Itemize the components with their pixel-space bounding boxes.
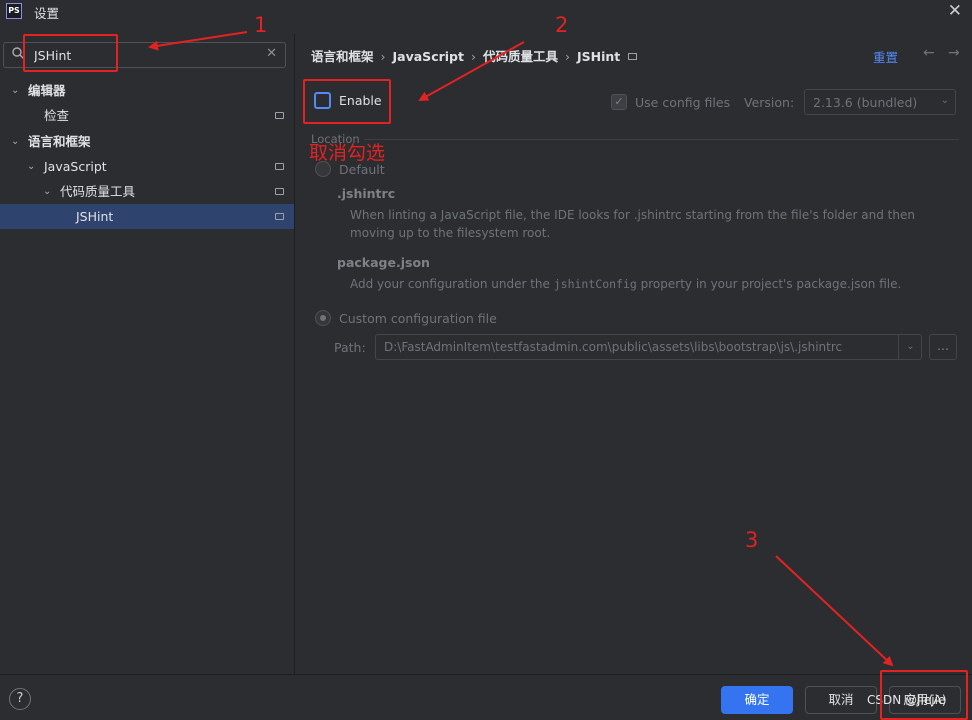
forward-arrow-icon[interactable]: →: [948, 45, 960, 61]
package-json-title: package.json: [337, 255, 430, 270]
breadcrumb-item: 代码质量工具: [482, 49, 558, 64]
package-desc-text: property in your project's package.json …: [636, 277, 902, 291]
annotation-box-enable: [303, 79, 391, 124]
tree-item-inspections[interactable]: 检查: [0, 103, 294, 128]
chevron-down-icon[interactable]: ⌄: [43, 179, 51, 204]
chevron-down-icon[interactable]: ⌄: [11, 78, 19, 103]
chevron-down-icon[interactable]: ⌄: [898, 335, 922, 359]
project-scope-icon: [275, 112, 284, 119]
package-json-description: Add your configuration under the jshintC…: [350, 275, 956, 293]
project-scope-icon: [275, 163, 284, 170]
chevron-down-icon[interactable]: ⌄: [11, 129, 19, 154]
version-value: 2.13.6 (bundled): [813, 95, 918, 110]
footer-separator: [0, 674, 972, 675]
clear-search-icon[interactable]: ✕: [266, 46, 277, 61]
checkmark-icon[interactable]: ✓: [611, 94, 627, 110]
tree-item-code-quality-tools[interactable]: ⌄ 代码质量工具: [0, 179, 294, 204]
annotation-arrow-3: [775, 555, 894, 667]
tree-item-languages-frameworks[interactable]: ⌄ 语言和框架: [0, 129, 294, 154]
ok-button[interactable]: 确定: [721, 686, 793, 714]
tree-item-label: 语言和框架: [28, 134, 91, 149]
tree-item-label: 代码质量工具: [60, 184, 136, 199]
path-label: Path:: [334, 340, 366, 355]
chevron-down-icon[interactable]: ⌄: [27, 154, 35, 179]
tree-item-label: 检查: [44, 108, 70, 123]
chevron-down-icon: ⌄: [940, 95, 949, 106]
jshint-config-code: jshintConfig: [553, 277, 637, 291]
annotation-number-2: 2: [555, 13, 569, 37]
settings-sidebar: ✕ ⌄ 编辑器 检查 ⌄ 语言和框架 ⌄ JavaScript ⌄ 代码质量工具…: [0, 34, 294, 674]
custom-config-radio[interactable]: [315, 310, 331, 326]
project-scope-icon: [628, 53, 638, 60]
jshintrc-description: When linting a JavaScript file, the IDE …: [350, 208, 915, 240]
tree-item-jshint[interactable]: JSHint: [0, 204, 294, 229]
custom-config-label: Custom configuration file: [339, 311, 497, 326]
browse-button[interactable]: ...: [929, 334, 957, 360]
breadcrumb: 语言和框架 › JavaScript › 代码质量工具 › JSHint: [311, 46, 638, 64]
tree-item-label: JSHint: [76, 209, 114, 224]
breadcrumb-item: JavaScript: [392, 49, 464, 64]
annotation-number-3: 3: [745, 528, 759, 552]
use-config-files-label: Use config files: [635, 95, 731, 110]
breadcrumb-item: 语言和框架: [311, 49, 374, 64]
breadcrumb-separator: ›: [470, 49, 476, 64]
version-select[interactable]: 2.13.6 (bundled) ⌄: [804, 89, 956, 115]
package-desc-text: Add your configuration under the: [350, 277, 554, 291]
tree-item-editor[interactable]: ⌄ 编辑器: [0, 78, 294, 103]
jshintrc-title: .jshintrc: [337, 186, 396, 201]
reset-link[interactable]: 重置: [873, 47, 898, 66]
path-field[interactable]: D:\FastAdminItem\testfastadmin.com\publi…: [375, 334, 922, 360]
project-scope-icon: [275, 188, 284, 195]
back-arrow-icon[interactable]: ←: [923, 45, 935, 61]
version-label: Version:: [744, 95, 795, 110]
project-scope-icon: [275, 213, 284, 220]
location-separator: [311, 139, 959, 140]
annotation-number-1: 1: [254, 13, 268, 37]
help-button[interactable]: ?: [9, 688, 31, 710]
path-value: D:\FastAdminItem\testfastadmin.com\publi…: [384, 340, 843, 354]
breadcrumb-item: JSHint: [577, 49, 621, 64]
annotation-box-search: [23, 34, 118, 72]
annotation-box-apply: [880, 670, 968, 720]
phpstorm-app-icon: PS: [6, 3, 22, 19]
annotation-uncheck-note: 取消勾选: [309, 142, 386, 164]
breadcrumb-separator: ›: [565, 49, 570, 64]
close-window-button[interactable]: ✕: [948, 1, 962, 21]
title-bar: PS 设置 ✕: [0, 0, 972, 22]
panel-divider[interactable]: [294, 34, 295, 674]
tree-item-javascript[interactable]: ⌄ JavaScript: [0, 154, 294, 179]
window-title: 设置: [34, 6, 60, 21]
tree-item-label: 编辑器: [28, 83, 66, 98]
tree-item-label: JavaScript: [44, 159, 107, 174]
breadcrumb-separator: ›: [380, 49, 386, 64]
